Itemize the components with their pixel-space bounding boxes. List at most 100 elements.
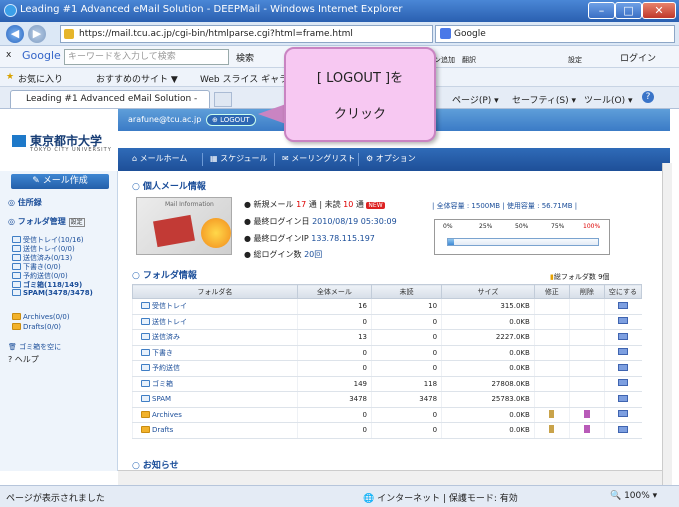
sidebar-folder-spam[interactable]: SPAM(3478/3478) [12,289,93,297]
star-icon: ★ [6,72,15,82]
edit-icon[interactable] [549,409,555,418]
help-link[interactable]: ? ヘルプ [8,354,39,365]
menu-mailing-list[interactable]: ✉ メーリングリスト [282,153,355,164]
close-button[interactable]: ✕ [642,2,676,19]
forward-icon[interactable]: ▶ [28,25,46,43]
folder-name-cell[interactable]: SPAM [132,391,298,408]
folder-name-cell[interactable]: ゴミ箱 [132,376,298,392]
unread-cell: 0 [371,422,442,439]
settings-button[interactable]: 設定 [568,55,582,65]
delete-cell [568,314,605,330]
table-row: 送信トレイ 0 0 0.0KB [132,314,642,330]
folder-name-cell[interactable]: 受信トレイ [132,298,298,315]
col-edit: 修正 [533,284,570,299]
logout-button[interactable]: ⊕ LOGOUT [206,114,256,126]
menu-mail-home[interactable]: ⌂ メールホーム [132,153,187,164]
folder-icon [12,263,21,270]
last-login-label: 最終ログイン日 [253,217,310,226]
empty-folder-icon[interactable] [618,363,629,371]
edit-icon[interactable] [549,425,555,434]
empty-folder-icon[interactable] [618,317,629,325]
empty-folder-icon[interactable] [618,394,629,402]
zoom-level[interactable]: 🔍 100% ▾ [610,491,657,501]
menu-schedule[interactable]: ▦ スケジュール [210,153,268,164]
table-row: 送信済み 13 0 2227.0KB [132,329,642,346]
horizontal-scrollbar[interactable] [118,470,662,485]
folder-name-cell[interactable]: 下書き [132,345,298,361]
search-box[interactable]: Google [435,25,675,43]
sidebar-folder-archives[interactable]: Archives(0/0) [12,313,70,321]
last-ip-line: ● 最終ログインIP 133.78.115.197 [244,234,375,243]
folder-manage-label: フォルダ管理 [17,217,66,226]
empty-folder-icon[interactable] [618,379,629,387]
new-mail-line: ● 新規メール 17 通 | 未読 10 通 NEW [244,200,385,209]
main-panel: 個人メール情報 Mail Information ● 新規メール 17 通 | … [118,171,662,471]
recommended-sites-link[interactable]: おすすめのサイト ▼ [96,72,178,85]
compose-button[interactable]: ✎ メール作成 [11,174,109,189]
browser-tab[interactable]: Leading #1 Advanced eMail Solution - DEE… [10,90,210,120]
table-row: Archives 0 0 0.0KB [132,407,642,423]
toolbar-close-icon[interactable]: x [6,50,11,60]
folder-icon [12,313,21,320]
total-logins-label: 総ログイン数 [253,250,302,259]
size-cell: 315.0KB [441,298,535,315]
folder-icon [12,245,21,252]
google-search-button[interactable]: 検索 [236,51,254,64]
empty-folder-icon[interactable] [618,301,629,309]
folder-name-cell[interactable]: Archives [132,407,298,423]
flower-icon [201,218,231,248]
empty-cell [603,407,642,423]
empty-cell [603,314,642,330]
safety-menu[interactable]: セーフティ(S) ▾ [512,93,576,106]
folder-icon [141,426,150,434]
web-slice-link[interactable]: Web スライス ギャラ [200,72,288,85]
menu-schedule-label: スケジュール [220,154,268,163]
sidebar-folder-count: (0/0) [58,245,75,253]
mail-info-caption: Mail Information [165,201,214,208]
menu-options[interactable]: ⚙ オプション [366,153,416,164]
folder-table-header: フォルダ名 全体メール 未読 サイズ 修正 削除 空にする [132,284,643,299]
col-empty: 空にする [603,284,643,299]
vertical-scrollbar[interactable] [662,163,672,485]
sidebar-folder-label: 送信トレイ [23,245,58,253]
col-unread: 未読 [371,284,443,299]
window-title: Leading #1 Advanced eMail Solution - DEE… [20,4,403,15]
trash-icon[interactable] [583,409,590,418]
minimize-button[interactable]: – [588,2,615,19]
folder-name-cell[interactable]: 送信済み [132,329,298,346]
sidebar: ✎ メール作成 ◎ 住所録 ◎ フォルダ管理 設定 受信トレイ(10/16) 送… [0,171,118,471]
folder-name-cell[interactable]: 予約送信 [132,360,298,377]
folder-name-cell[interactable]: 送信トレイ [132,314,298,330]
empty-folder-icon[interactable] [618,410,629,418]
status-text: ページが表示されました [6,494,105,504]
new-tab-button[interactable] [214,92,232,107]
address-book-link[interactable]: ◎ 住所録 [8,197,42,208]
tools-menu[interactable]: ツール(O) ▾ [584,93,633,106]
login-button[interactable]: ログイン [620,51,656,64]
new-mail-label: 新規メール [253,200,294,209]
maximize-button[interactable]: □ [615,2,642,19]
empty-folder-icon[interactable] [618,348,629,356]
translate-button[interactable]: 翻訳 [462,55,476,65]
total-cell: 0 [296,345,372,361]
trash-icon[interactable] [583,425,590,434]
sidebar-folder-user-drafts[interactable]: Drafts(0/0) [12,323,61,331]
empty-trash-link[interactable]: 🗑 ゴミ箱を空に [8,342,61,352]
google-search-input[interactable]: キーワードを入力して検索 [64,49,229,65]
table-row: Drafts 0 0 0.0KB [132,422,642,439]
favorites-button[interactable]: お気に入り [18,72,63,85]
address-bar[interactable]: https://mail.tcu.ac.jp/cgi-bin/htmlparse… [60,25,433,43]
compose-label: メール作成 [42,176,88,186]
edit-cell [533,360,570,377]
zoom-level-text: 100% [624,491,650,501]
page-menu[interactable]: ページ(P) ▾ [452,93,499,106]
folder-manage-link[interactable]: ◎ フォルダ管理 設定 [8,216,85,227]
back-icon[interactable]: ◀ [6,25,24,43]
delete-cell [568,329,605,346]
empty-trash-label: ゴミ箱を空に [19,343,62,351]
empty-folder-icon[interactable] [618,425,629,433]
folder-name-cell[interactable]: Drafts [132,422,298,439]
size-cell: 0.0KB [441,422,535,439]
empty-folder-icon[interactable] [618,332,629,340]
help-icon[interactable]: ? [642,91,654,103]
